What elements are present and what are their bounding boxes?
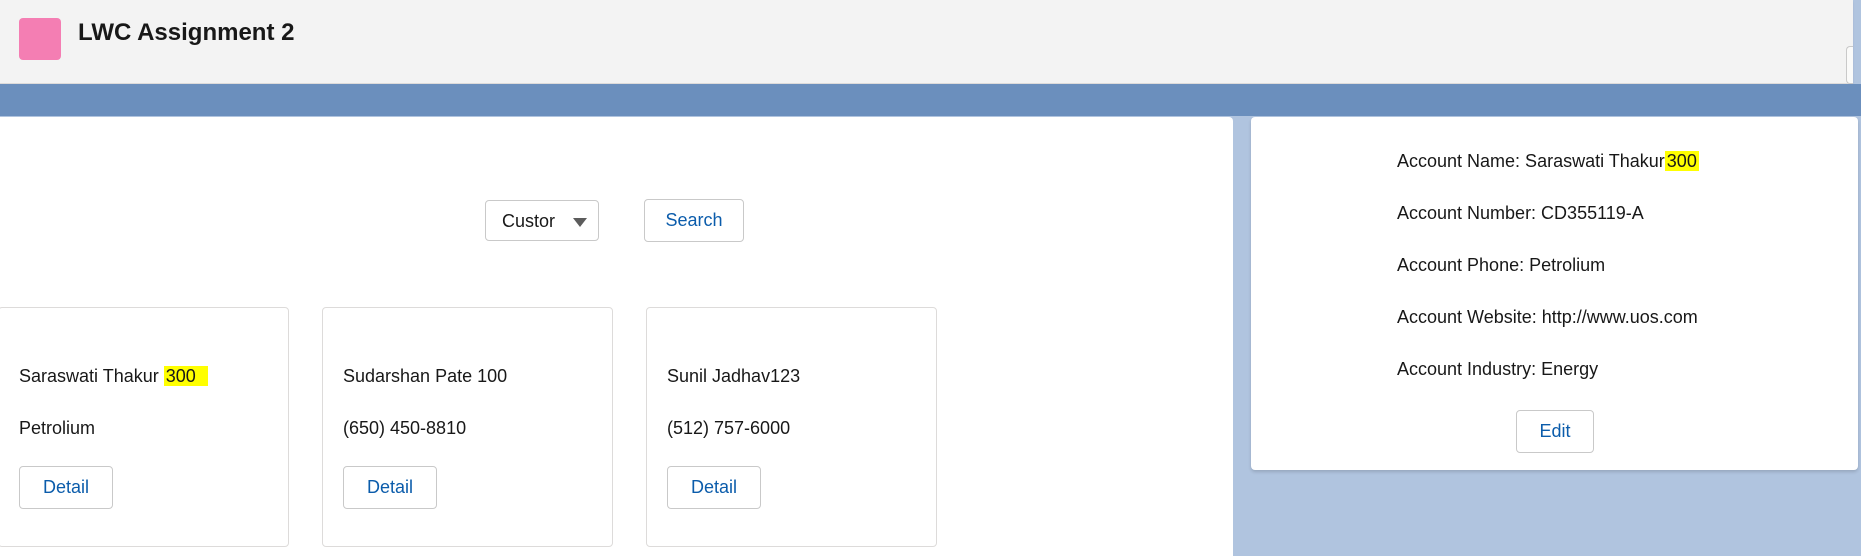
detail-name-highlight: 300 xyxy=(1664,151,1699,171)
detail-account-number: Account Number: CD355119-A xyxy=(1397,203,1644,223)
detail-button[interactable]: Detail xyxy=(19,466,113,509)
account-detail-panel: Account Name: Saraswati Thakur 300 Accoun… xyxy=(1251,117,1858,470)
detail-account-phone: Account Phone: Petrolium xyxy=(1397,255,1606,275)
chevron-down-icon xyxy=(573,218,587,227)
detail-button[interactable]: Detail xyxy=(667,466,761,509)
type-select-value: Custor xyxy=(502,211,556,231)
header-scroll-handle[interactable] xyxy=(1846,46,1853,84)
card-name: Sudarshan Pate 100 xyxy=(343,366,508,386)
card-phone: (512) 757-6000 xyxy=(667,418,791,438)
card-industry: Petrolium xyxy=(19,418,96,438)
detail-account-website: Account Website: http://www.uos.com xyxy=(1397,307,1698,327)
account-card: Sudarshan Pate 100 (650) 450-8810 Detail xyxy=(322,307,613,547)
card-name-text: Saraswati Thakur xyxy=(19,366,159,386)
background-strip xyxy=(0,84,1861,116)
app-icon xyxy=(19,18,61,60)
detail-button[interactable]: Detail xyxy=(343,466,437,509)
detail-account-industry: Account Industry: Energy xyxy=(1397,359,1599,379)
edit-button[interactable]: Edit xyxy=(1516,410,1594,453)
card-phone: (650) 450-8810 xyxy=(343,418,467,438)
card-name: Saraswati Thakur 300 xyxy=(19,366,208,387)
card-name-highlight: 300 xyxy=(163,366,208,386)
account-card: Sunil Jadhav123 (512) 757-6000 Detail xyxy=(646,307,937,547)
card-name: Sunil Jadhav123 xyxy=(667,366,801,386)
detail-account-name-text: Account Name: Saraswati Thakur xyxy=(1397,151,1665,171)
detail-account-name: Account Name: Saraswati Thakur 300 xyxy=(1397,151,1699,172)
app-header: LWC Assignment 2 xyxy=(0,0,1853,84)
type-select[interactable]: Custor xyxy=(485,200,599,241)
account-card: Saraswati Thakur 300 Petrolium Detail xyxy=(0,307,289,547)
search-button[interactable]: Search xyxy=(644,199,744,242)
page-title: LWC Assignment 2 xyxy=(78,19,295,46)
